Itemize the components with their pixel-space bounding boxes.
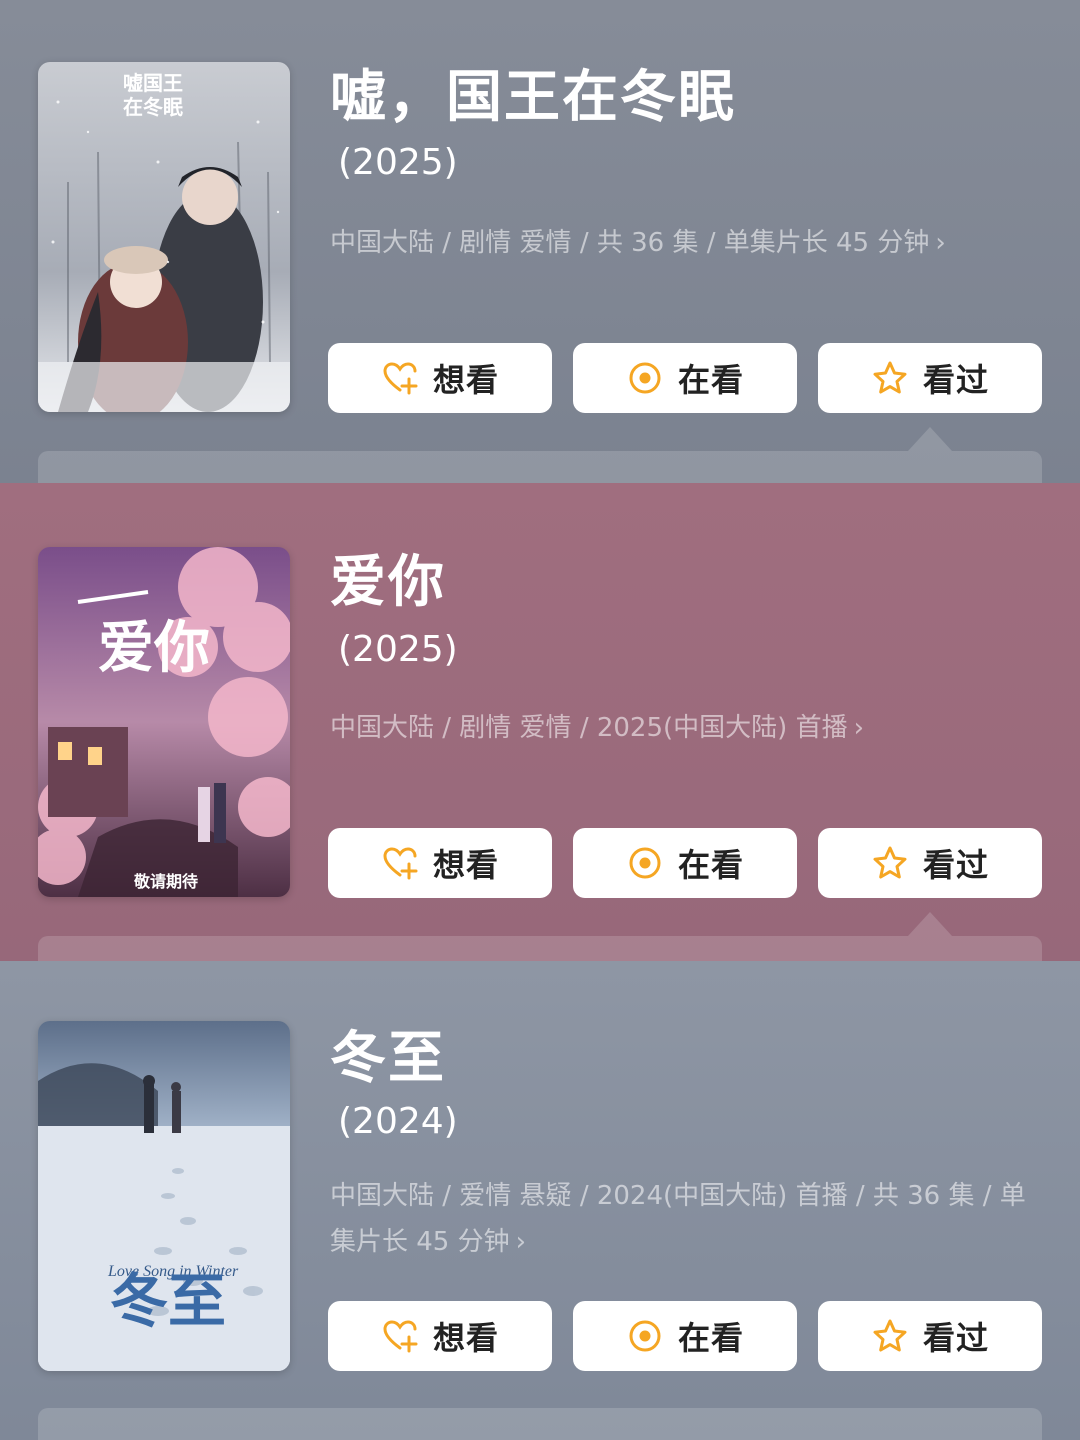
dropdown-pointer [908, 912, 952, 936]
drama-meta[interactable]: 中国大陆 / 爱情 悬疑 / 2024(中国大陆) 首播 / 共 36 集 / … [330, 1173, 1030, 1265]
poster-illustration: 嘘国王 在冬眠 [38, 62, 290, 412]
chevron-right-icon: › [935, 228, 946, 258]
chevron-right-icon: › [515, 1227, 527, 1257]
drama-title[interactable]: 嘘，国王在冬眠 [330, 62, 736, 134]
drama-meta-text: 中国大陆 / 剧情 爱情 / 2025(中国大陆) 首播 [330, 713, 848, 743]
want-to-watch-button[interactable]: 想看 [328, 343, 552, 413]
button-label: 想看 [432, 361, 499, 399]
watching-button[interactable]: 在看 [573, 343, 797, 413]
star-icon [871, 359, 909, 397]
drama-meta[interactable]: 中国大陆 / 剧情 爱情 / 2025(中国大陆) 首播 › [330, 705, 1030, 751]
poster-caption: 敬请期待 [133, 872, 198, 891]
button-label: 在看 [677, 1319, 744, 1357]
want-to-watch-button[interactable]: 想看 [328, 1301, 552, 1371]
watched-button[interactable]: 看过 [818, 828, 1042, 898]
target-circle-icon [626, 1317, 664, 1355]
button-label: 在看 [677, 846, 744, 884]
drama-meta[interactable]: 中国大陆 / 剧情 爱情 / 共 36 集 / 单集片长 45 分钟 › [330, 220, 1030, 266]
svg-text:在冬眠: 在冬眠 [123, 95, 183, 119]
target-circle-icon [626, 844, 664, 882]
poster-image[interactable]: 爱你 敬请期待 [38, 547, 290, 897]
drama-meta-text: 中国大陆 / 爱情 悬疑 / 2024(中国大陆) 首播 / 共 36 集 / … [330, 1181, 1026, 1257]
heart-plus-icon [381, 1317, 419, 1355]
drama-year: (2025) [338, 629, 458, 670]
watching-button[interactable]: 在看 [573, 828, 797, 898]
button-label: 想看 [432, 1319, 499, 1357]
star-icon [871, 1317, 909, 1355]
expand-panel [38, 1408, 1042, 1440]
want-to-watch-button[interactable]: 想看 [328, 828, 552, 898]
watched-button[interactable]: 看过 [818, 1301, 1042, 1371]
drama-title[interactable]: 爱你 [330, 547, 446, 619]
star-icon [871, 844, 909, 882]
poster-image[interactable]: Love Song in Winter 冬至 [38, 1021, 290, 1371]
watched-button[interactable]: 看过 [818, 343, 1042, 413]
poster-illustration: Love Song in Winter 冬至 [38, 1021, 290, 1371]
button-label: 看过 [922, 1319, 989, 1357]
drama-card: Love Song in Winter 冬至 冬至 (2024) 中国大陆 / … [0, 961, 1080, 1440]
drama-card: 爱你 敬请期待 爱你 (2025) 中国大陆 / 剧情 爱情 / 2025(中国… [0, 483, 1080, 961]
heart-plus-icon [381, 359, 419, 397]
drama-year: (2025) [338, 142, 458, 183]
expand-panel [38, 451, 1042, 483]
button-label: 看过 [922, 846, 989, 884]
poster-title-text: 爱你 [98, 618, 210, 680]
expand-panel [38, 936, 1042, 961]
heart-plus-icon [381, 844, 419, 882]
drama-card: 嘘国王 在冬眠 嘘，国王在冬眠 (2025) 中国大陆 / 剧情 爱情 / 共 … [0, 0, 1080, 483]
drama-year: (2024) [338, 1101, 458, 1142]
watching-button[interactable]: 在看 [573, 1301, 797, 1371]
poster-title-text: 冬至 [110, 1269, 226, 1334]
dropdown-pointer [908, 427, 952, 451]
chevron-right-icon: › [853, 713, 864, 743]
button-label: 在看 [677, 361, 744, 399]
button-label: 想看 [432, 846, 499, 884]
drama-title[interactable]: 冬至 [330, 1023, 446, 1095]
drama-meta-text: 中国大陆 / 剧情 爱情 / 共 36 集 / 单集片长 45 分钟 [330, 228, 930, 258]
poster-title-text: 嘘国王 [123, 71, 183, 95]
target-circle-icon [626, 359, 664, 397]
button-label: 看过 [922, 361, 989, 399]
poster-image[interactable]: 嘘国王 在冬眠 [38, 62, 290, 412]
poster-illustration: 爱你 敬请期待 [38, 547, 290, 897]
